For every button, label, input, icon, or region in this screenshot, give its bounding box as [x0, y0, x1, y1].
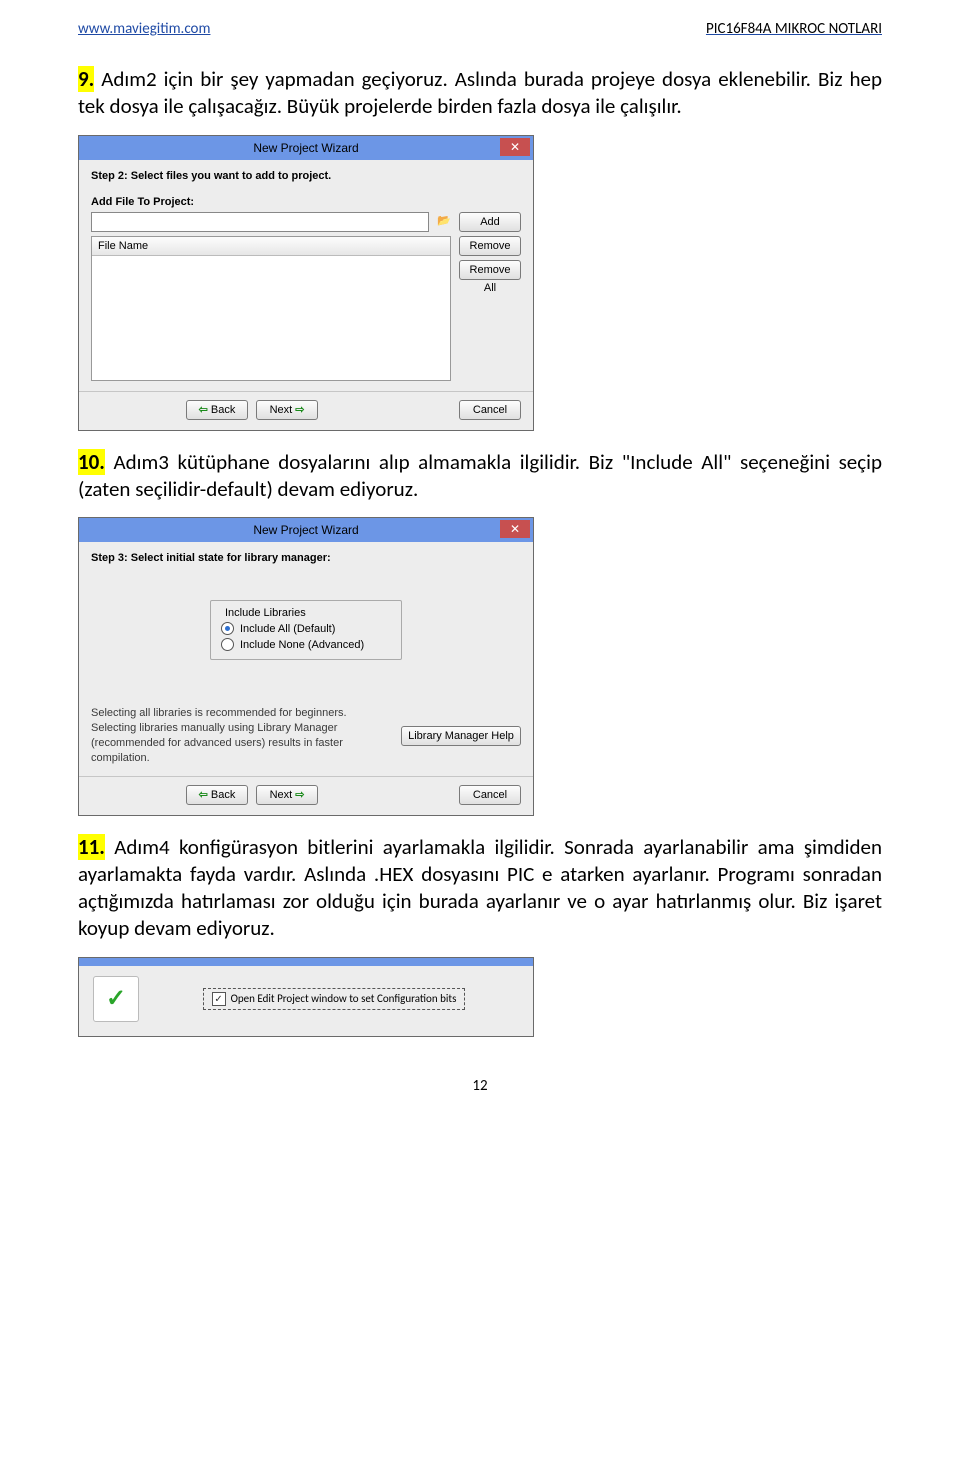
header-left-link[interactable]: www.maviegitim.com [78, 20, 210, 38]
library-manager-help-button[interactable]: Library Manager Help [401, 726, 521, 746]
radio-icon [221, 638, 234, 651]
file-list-header: File Name [92, 237, 450, 256]
radio-icon-selected [221, 622, 234, 635]
paragraph-11: 11. Adım4 konfigürasyon bitlerini ayarla… [78, 834, 882, 943]
page-number: 12 [78, 1077, 882, 1095]
paragraph-10: 10. Adım3 kütüphane dosyalarını alıp alm… [78, 449, 882, 504]
step3-heading: Step 3: Select initial state for library… [91, 552, 521, 564]
add-button[interactable]: Add [459, 212, 521, 232]
include-libraries-group: Include Libraries Include All (Default) … [210, 600, 402, 660]
open-folder-icon[interactable]: 📂 [435, 212, 453, 232]
cancel-button[interactable]: Cancel [459, 785, 521, 805]
radio-include-all[interactable]: Include All (Default) [221, 622, 391, 635]
help-text: Selecting all libraries is recommended f… [91, 706, 383, 765]
step-number-11: 11. [78, 834, 105, 860]
paragraph-9: 9. Adım2 için bir şey yapmadan geçiyoruz… [78, 66, 882, 121]
group-title: Include Libraries [221, 607, 310, 619]
checkbox-label: Open Edit Project window to set Configur… [231, 992, 457, 1005]
step-number-10: 10. [78, 449, 105, 475]
wizard-titlebar: New Project Wizard ✕ [79, 136, 533, 160]
back-button[interactable]: ⇦Back [186, 785, 248, 805]
step2-heading: Step 2: Select files you want to add to … [91, 170, 521, 182]
wizard-titlebar: New Project Wizard ✕ [79, 518, 533, 542]
next-icon: ⇨ [295, 789, 304, 801]
open-edit-project-checkbox[interactable]: ✓ Open Edit Project window to set Config… [203, 988, 466, 1010]
checkbox-icon: ✓ [212, 992, 226, 1006]
back-button[interactable]: ⇦Back [186, 400, 248, 420]
wizard-title: New Project Wizard [253, 141, 358, 155]
checkmark-page-icon: ✓ [93, 976, 139, 1022]
remove-all-button[interactable]: Remove All [459, 260, 521, 280]
wizard-step4-snippet: ✓ ✓ Open Edit Project window to set Conf… [78, 957, 534, 1037]
next-button[interactable]: Next⇨ [256, 400, 318, 420]
close-icon[interactable]: ✕ [500, 138, 530, 156]
remove-button[interactable]: Remove [459, 236, 521, 256]
radio-include-none[interactable]: Include None (Advanced) [221, 638, 391, 651]
wizard-title: New Project Wizard [253, 523, 358, 537]
wizard-step2: New Project Wizard ✕ Step 2: Select file… [78, 135, 534, 431]
next-button[interactable]: Next⇨ [256, 785, 318, 805]
header-right: PIC16F84A MIKROC NOTLARI [706, 20, 882, 38]
close-icon[interactable]: ✕ [500, 520, 530, 538]
step-number-9: 9. [78, 66, 94, 92]
cancel-button[interactable]: Cancel [459, 400, 521, 420]
back-icon: ⇦ [199, 789, 208, 801]
next-icon: ⇨ [295, 404, 304, 416]
wizard-step3: New Project Wizard ✕ Step 3: Select init… [78, 517, 534, 815]
back-icon: ⇦ [199, 404, 208, 416]
file-list[interactable]: File Name [91, 236, 451, 381]
add-file-input[interactable] [91, 212, 429, 232]
add-file-label: Add File To Project: [91, 196, 521, 208]
